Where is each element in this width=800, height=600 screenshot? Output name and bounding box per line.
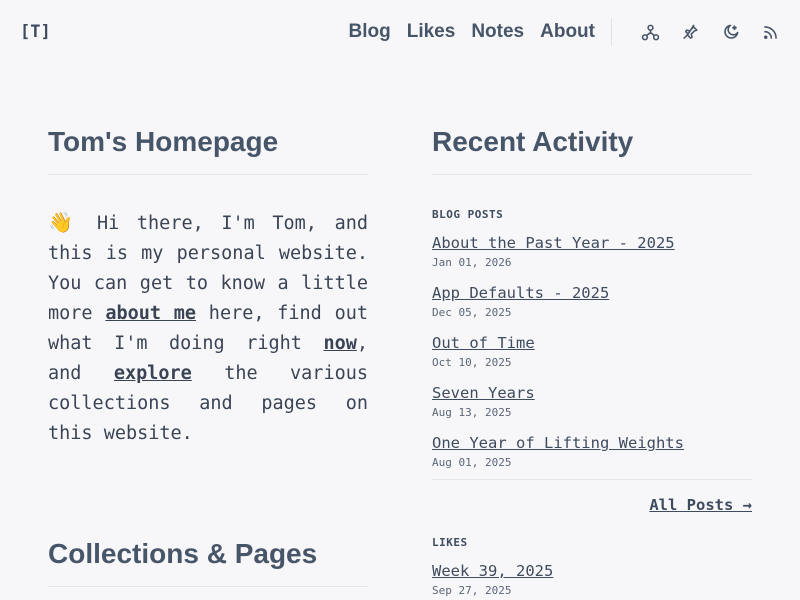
post-link[interactable]: One Year of Lifting Weights [432,433,752,453]
like-link[interactable]: Week 39, 2025 [432,561,752,581]
blog-posts-label: BLOG POSTS [432,208,504,221]
post-link[interactable]: About the Past Year - 2025 [432,233,752,253]
likes-label: LIKES [432,536,468,549]
list-item: Week 39, 2025 Sep 27, 2025 [432,561,752,599]
explore-link[interactable]: explore [114,363,192,384]
post-date: Jan 01, 2026 [432,256,512,269]
intro-column: Tom's Homepage 👋 Hi there, I'm Tom, and … [48,110,368,468]
post-link[interactable]: Seven Years [432,383,752,403]
list-item: App Defaults - 2025 Dec 05, 2025 [432,283,752,321]
rss-icon[interactable] [758,20,782,44]
likes-list: Week 39, 2025 Sep 27, 2025 [432,561,752,599]
wave-emoji: 👋 [48,210,80,234]
site-header: [T] Blog Likes Notes About [0,0,800,64]
nav-likes[interactable]: Likes [407,21,456,43]
post-date: Aug 01, 2025 [432,456,512,469]
nav-divider [611,18,612,46]
list-item: About the Past Year - 2025 Jan 01, 2026 [432,233,752,271]
now-link[interactable]: now [323,333,356,354]
like-date: Sep 27, 2025 [432,584,512,597]
post-date: Oct 10, 2025 [432,356,512,369]
collections-section: Collections & Pages [48,522,368,587]
about-me-link[interactable]: about me [105,303,196,324]
network-icon[interactable] [638,20,662,44]
blog-list-divider [432,479,752,480]
nav-blog[interactable]: Blog [349,21,391,43]
pin-icon[interactable] [678,20,702,44]
title-divider [48,174,368,175]
recent-activity-column: Recent Activity BLOG POSTS About the Pas… [432,110,752,599]
list-item: One Year of Lifting Weights Aug 01, 2025 [432,433,752,471]
recent-activity-title: Recent Activity [432,126,634,157]
post-link[interactable]: Out of Time [432,333,752,353]
post-link[interactable]: App Defaults - 2025 [432,283,752,303]
recent-activity-divider [432,174,752,175]
collections-divider [48,586,368,587]
nav-notes[interactable]: Notes [471,21,524,43]
list-item: Out of Time Oct 10, 2025 [432,333,752,371]
all-posts-link[interactable]: All Posts → [432,496,752,514]
moon-icon[interactable] [718,20,742,44]
intro-text: 👋 Hi there, I'm Tom, and this is my pers… [48,210,368,444]
post-date: Dec 05, 2025 [432,306,512,319]
collections-title: Collections & Pages [48,538,318,569]
main-nav: Blog Likes Notes About [349,18,782,46]
blog-post-list: About the Past Year - 2025 Jan 01, 2026 … [432,233,752,471]
site-logo[interactable]: [T] [20,22,51,42]
nav-about[interactable]: About [540,21,595,43]
page-title: Tom's Homepage [48,126,279,157]
list-item: Seven Years Aug 13, 2025 [432,383,752,421]
post-date: Aug 13, 2025 [432,406,512,419]
